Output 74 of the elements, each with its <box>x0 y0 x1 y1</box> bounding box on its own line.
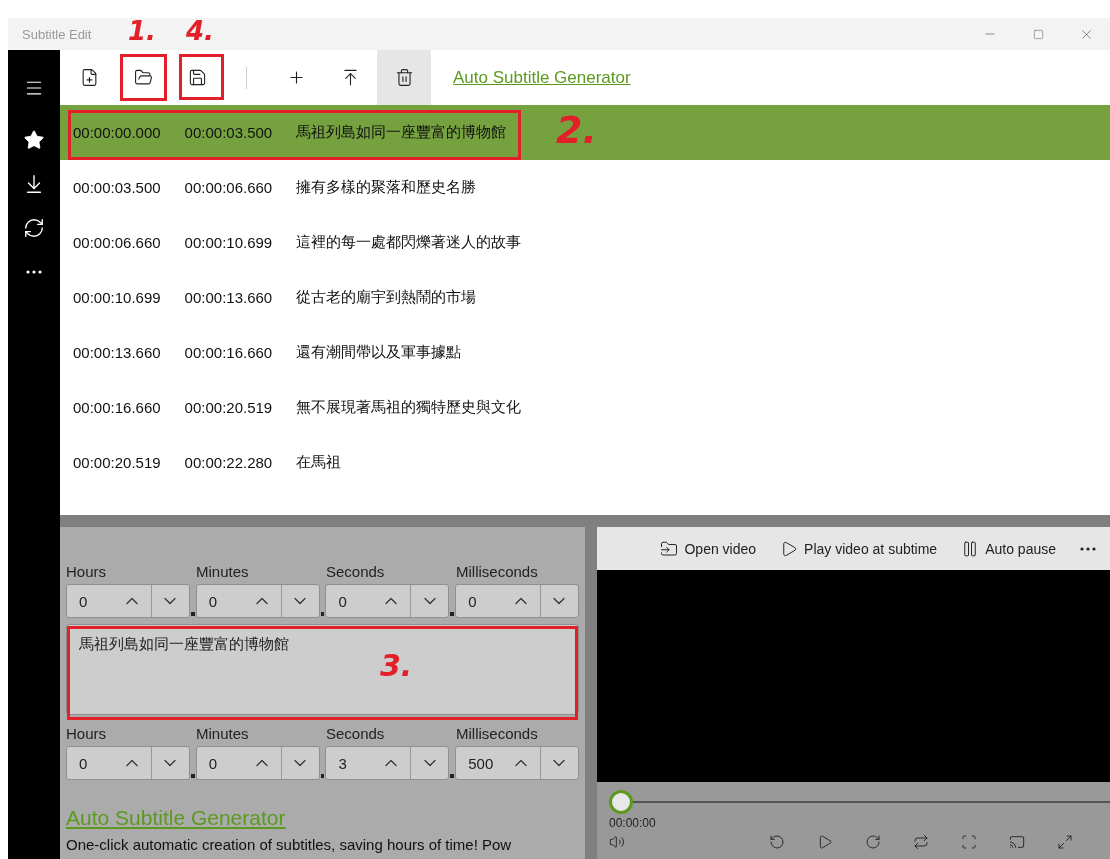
annotation-label: 2. <box>556 108 597 152</box>
generator-link[interactable]: Auto Subtitle Generator <box>453 67 631 88</box>
end-time-cell-text: 00:00:16.660 <box>183 344 273 361</box>
subtitle-text-cell-text: 在馬祖 <box>295 453 342 472</box>
play-video-button[interactable]: Play video at subtime <box>770 530 948 567</box>
seek-slider[interactable] <box>609 790 1110 814</box>
spinner-value[interactable]: 0 <box>456 592 502 610</box>
subtitle-text-cell-text: 擁有多樣的聚落和歷史名勝 <box>295 178 477 197</box>
field-label: Seconds <box>326 563 386 581</box>
annotation-label: 3. <box>380 648 413 683</box>
star-icon <box>23 129 45 151</box>
number-spinner[interactable]: 0 <box>325 584 450 618</box>
annotation-label: 1. <box>128 16 156 46</box>
field-label: Minutes <box>196 563 250 581</box>
start-time-cell-text: 00:00:16.660 <box>72 399 161 416</box>
number-spinner[interactable]: 0 <box>195 746 320 780</box>
folder-icon <box>133 68 153 87</box>
maximize-icon <box>1032 28 1044 40</box>
field-label: Seconds <box>326 725 386 743</box>
start-time-cell-text: 00:00:20.519 <box>72 454 161 471</box>
field-label: Hours <box>66 563 107 581</box>
start-time-cell-text: 00:00:03.500 <box>72 179 161 196</box>
number-spinner[interactable]: 0 <box>455 584 579 618</box>
number-spinner[interactable]: 0 <box>66 584 190 618</box>
subtitle-text-cell-text: 從古老的廟宇到熱鬧的市場 <box>295 288 477 307</box>
pause-video-button[interactable]: Auto pause <box>951 530 1066 567</box>
subtitle-text-cell-text: 還有潮間帶以及軍事據點 <box>295 343 462 362</box>
number-spinner[interactable]: 0 <box>195 584 320 618</box>
field-label: Milliseconds <box>456 563 539 581</box>
more-icon <box>26 270 42 274</box>
start-time-cell-text: 00:00:13.660 <box>72 344 161 361</box>
window-title: Subtitle Edit <box>21 26 92 42</box>
subtitle-text-cell-text: 無不展現著馬祖的獨特歷史與文化 <box>295 398 522 417</box>
spinner-value[interactable]: 0 <box>67 592 113 610</box>
end-time-cell-text: 00:00:03.500 <box>183 124 273 141</box>
button-label: Play video at subtime <box>804 540 938 557</box>
spinner-value[interactable]: 0 <box>67 754 113 772</box>
start-time-cell-text: 00:00:00.000 <box>72 124 161 141</box>
number-spinner[interactable]: 500 <box>455 746 579 780</box>
annotation-box <box>179 54 224 100</box>
annotation-label: 4. <box>186 16 214 46</box>
number-spinner[interactable]: 3 <box>325 746 450 780</box>
delete-button[interactable] <box>377 50 431 105</box>
promo-description: One-click automatic creation of subtitles, saving hours of time! Pow <box>66 836 513 853</box>
save-icon <box>187 68 207 87</box>
button-label: Auto pause <box>985 540 1056 557</box>
annotation-box <box>120 54 167 101</box>
number-spinner[interactable]: 0 <box>66 746 190 780</box>
field-label: Milliseconds <box>456 725 539 743</box>
spinner-value[interactable]: 500 <box>456 754 502 772</box>
open-video-button[interactable]: Open video <box>650 530 767 567</box>
more-icon <box>1080 546 1096 551</box>
end-time-cell-text: 00:00:13.660 <box>183 289 273 306</box>
subtitle-text-cell-text: 這裡的每一處都閃爍著迷人的故事 <box>295 233 522 252</box>
field-label: Hours <box>66 725 107 743</box>
end-time-cell-text: 00:00:06.660 <box>183 179 273 196</box>
current-time: 00:00:00 <box>609 816 657 830</box>
subtitle-text-cell-text: 馬祖列島如同一座豐富的博物館 <box>295 123 507 142</box>
end-time-cell-text: 00:00:10.699 <box>183 234 273 251</box>
sync-icon <box>23 217 45 239</box>
start-time-cell-text: 00:00:06.660 <box>72 234 161 251</box>
play-icon <box>780 539 799 558</box>
spinner-value[interactable]: 0 <box>196 754 243 772</box>
field-label: Minutes <box>196 725 250 743</box>
spinner-value[interactable]: 0 <box>326 592 373 610</box>
spinner-value[interactable]: 3 <box>326 754 373 772</box>
end-time-cell-text: 00:00:22.280 <box>183 454 273 471</box>
start-time-cell-text: 00:00:10.699 <box>72 289 161 306</box>
trash-icon <box>394 68 414 87</box>
folder-icon <box>660 539 679 558</box>
button-label: Open video <box>684 540 757 557</box>
end-time-cell-text: 00:00:20.519 <box>183 399 273 416</box>
slider-thumb[interactable] <box>609 790 633 814</box>
spinner-value[interactable]: 0 <box>196 592 243 610</box>
